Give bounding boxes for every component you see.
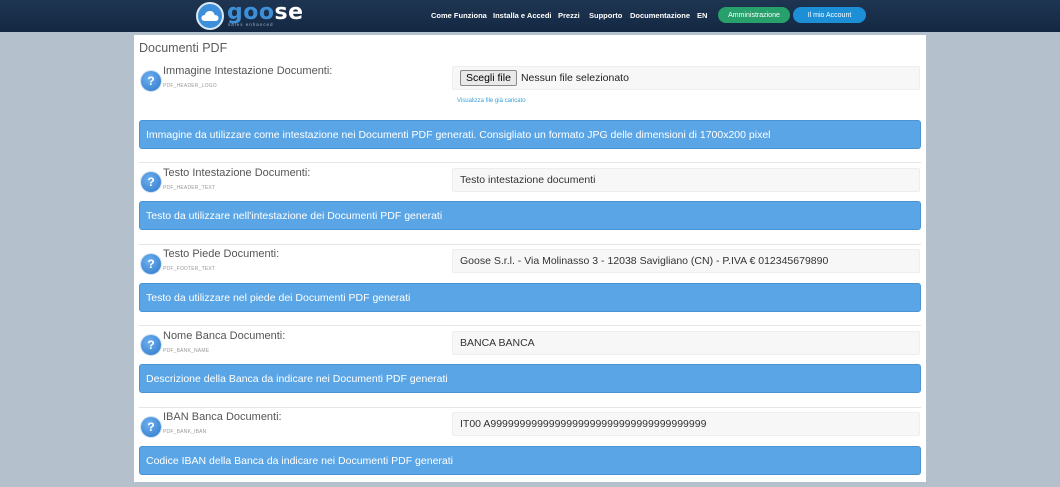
- field-label: Nome Banca Documenti:: [163, 330, 286, 342]
- settings-panel: Documenti PDF ? Immagine Intestazione Do…: [134, 35, 926, 482]
- brand-logo[interactable]: goose sales enhanced: [196, 0, 303, 30]
- choose-file-button[interactable]: Scegli file: [460, 70, 517, 86]
- file-status: Nessun file selezionato: [520, 72, 629, 84]
- field-key: PDF_HEADER_LOGO: [163, 83, 217, 89]
- field-key: PDF_FOOTER_TEXT: [163, 266, 216, 272]
- bank-name-input[interactable]: BANCA BANCA: [452, 331, 920, 355]
- cloud-logo-icon: [196, 2, 224, 30]
- divider: [139, 244, 921, 245]
- top-navbar: goose sales enhanced Come Funziona Insta…: [0, 0, 1060, 32]
- nav-installa-accedi[interactable]: Installa e Accedi: [493, 11, 552, 20]
- nav-prezzi[interactable]: Prezzi: [558, 11, 580, 20]
- account-button[interactable]: Il mio Account: [793, 7, 866, 23]
- field-key: PDF_BANK_NAME: [163, 348, 210, 354]
- bank-iban-input[interactable]: IT00 A9999999999999999999999999999999999…: [452, 412, 920, 436]
- help-text-box: Codice IBAN della Banca da indicare nei …: [139, 446, 921, 475]
- admin-button[interactable]: Amministrazione: [718, 7, 790, 23]
- field-label: Testo Intestazione Documenti:: [163, 167, 311, 179]
- divider: [139, 162, 921, 163]
- question-circle-icon[interactable]: ?: [141, 417, 161, 437]
- field-label: IBAN Banca Documenti:: [163, 411, 282, 423]
- nav-documentazione[interactable]: Documentazione: [630, 11, 690, 20]
- question-circle-icon[interactable]: ?: [141, 335, 161, 355]
- help-text-box: Testo da utilizzare nel piede dei Docume…: [139, 283, 921, 312]
- field-label: Immagine Intestazione Documenti:: [163, 65, 333, 77]
- divider: [139, 407, 921, 408]
- divider: [139, 325, 921, 326]
- question-circle-icon[interactable]: ?: [141, 254, 161, 274]
- help-text-box: Immagine da utilizzare come intestazione…: [139, 120, 921, 149]
- footer-text-input[interactable]: Goose S.r.l. - Via Molinasso 3 - 12038 S…: [452, 249, 920, 273]
- field-key: PDF_BANK_IBAN: [163, 429, 207, 435]
- field-key: PDF_HEADER_TEXT: [163, 185, 216, 191]
- help-text-box: Descrizione della Banca da indicare nei …: [139, 364, 921, 393]
- nav-come-funziona[interactable]: Come Funziona: [431, 11, 487, 20]
- brand-tagline: sales enhanced: [228, 22, 274, 27]
- section-title: Documenti PDF: [139, 41, 228, 55]
- question-circle-icon[interactable]: ?: [141, 71, 161, 91]
- view-uploaded-file-link[interactable]: Visualizza file già caricato: [457, 98, 526, 104]
- nav-supporto[interactable]: Supporto: [589, 11, 622, 20]
- header-text-input[interactable]: Testo intestazione documenti: [452, 168, 920, 192]
- field-label: Testo Piede Documenti:: [163, 248, 280, 260]
- nav-language-en[interactable]: EN: [697, 11, 707, 20]
- question-circle-icon[interactable]: ?: [141, 172, 161, 192]
- file-input[interactable]: Scegli file Nessun file selezionato: [452, 66, 920, 90]
- help-text-box: Testo da utilizzare nell'intestazione de…: [139, 201, 921, 230]
